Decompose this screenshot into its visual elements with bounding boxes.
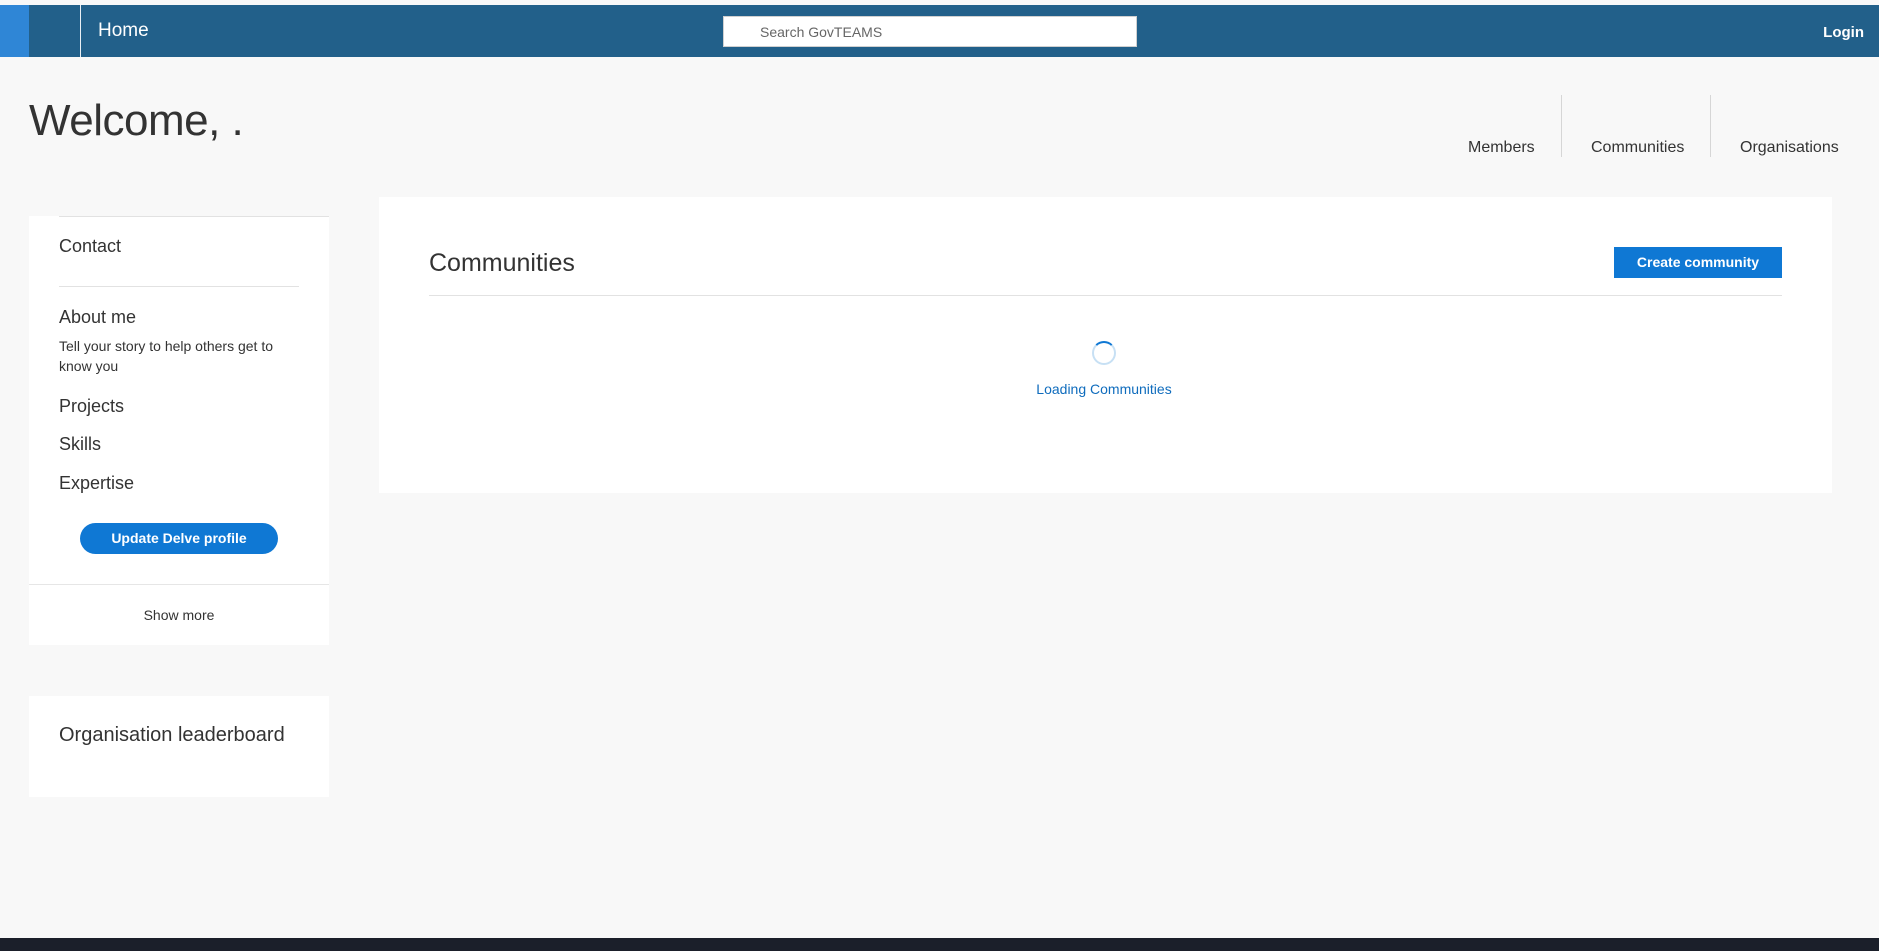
- stats-separator: [1561, 95, 1562, 157]
- show-more-link[interactable]: Show more: [29, 607, 329, 623]
- communities-title: Communities: [429, 249, 575, 277]
- loading-spinner-icon: [1092, 341, 1116, 365]
- about-me-description: Tell your story to help others get to kn…: [59, 338, 273, 374]
- footer-bar: [0, 938, 1879, 951]
- app-launcher-accent[interactable]: [0, 5, 29, 57]
- tab-organisations-label: Organisations: [1740, 139, 1839, 156]
- stats-navigation: Members Communities Organisations: [1440, 95, 1879, 157]
- contact-section-title: Contact: [59, 236, 122, 256]
- top-navigation-bar: Home Login: [0, 5, 1879, 57]
- profile-card-footer-divider: [29, 584, 329, 585]
- leaderboard-title: Organisation leaderboard: [59, 724, 285, 746]
- expertise-title: Expertise: [59, 473, 135, 493]
- create-community-button[interactable]: Create community: [1614, 247, 1782, 278]
- update-delve-profile-button[interactable]: Update Delve profile: [80, 523, 278, 554]
- tab-communities-label: Communities: [1591, 139, 1685, 156]
- organisation-leaderboard-card: Organisation leaderboard: [29, 696, 329, 797]
- welcome-heading: Welcome, .: [29, 96, 244, 145]
- tab-members-label: Members: [1468, 139, 1535, 156]
- loading-communities-text: Loading Communities: [1036, 381, 1172, 397]
- skills-title: Skills: [59, 434, 102, 454]
- projects-title: Projects: [59, 396, 125, 416]
- login-link[interactable]: Login: [1823, 5, 1864, 57]
- search-input[interactable]: [760, 17, 1120, 46]
- communities-divider: [429, 295, 1782, 296]
- home-link[interactable]: Home: [98, 5, 149, 57]
- stats-separator: [1710, 95, 1711, 157]
- tab-organisations[interactable]: Organisations: [1740, 95, 1860, 157]
- tab-members[interactable]: Members: [1468, 95, 1548, 157]
- about-me-title: About me: [59, 307, 137, 327]
- search-box[interactable]: [723, 16, 1137, 47]
- communities-panel: Communities Create community Loading Com…: [379, 197, 1832, 493]
- tab-communities[interactable]: Communities: [1591, 95, 1691, 157]
- topbar-divider: [80, 5, 81, 57]
- profile-card-divider: [59, 286, 299, 287]
- profile-card: Contact About me Tell your story to help…: [29, 216, 329, 645]
- profile-card-top-divider: [59, 216, 329, 217]
